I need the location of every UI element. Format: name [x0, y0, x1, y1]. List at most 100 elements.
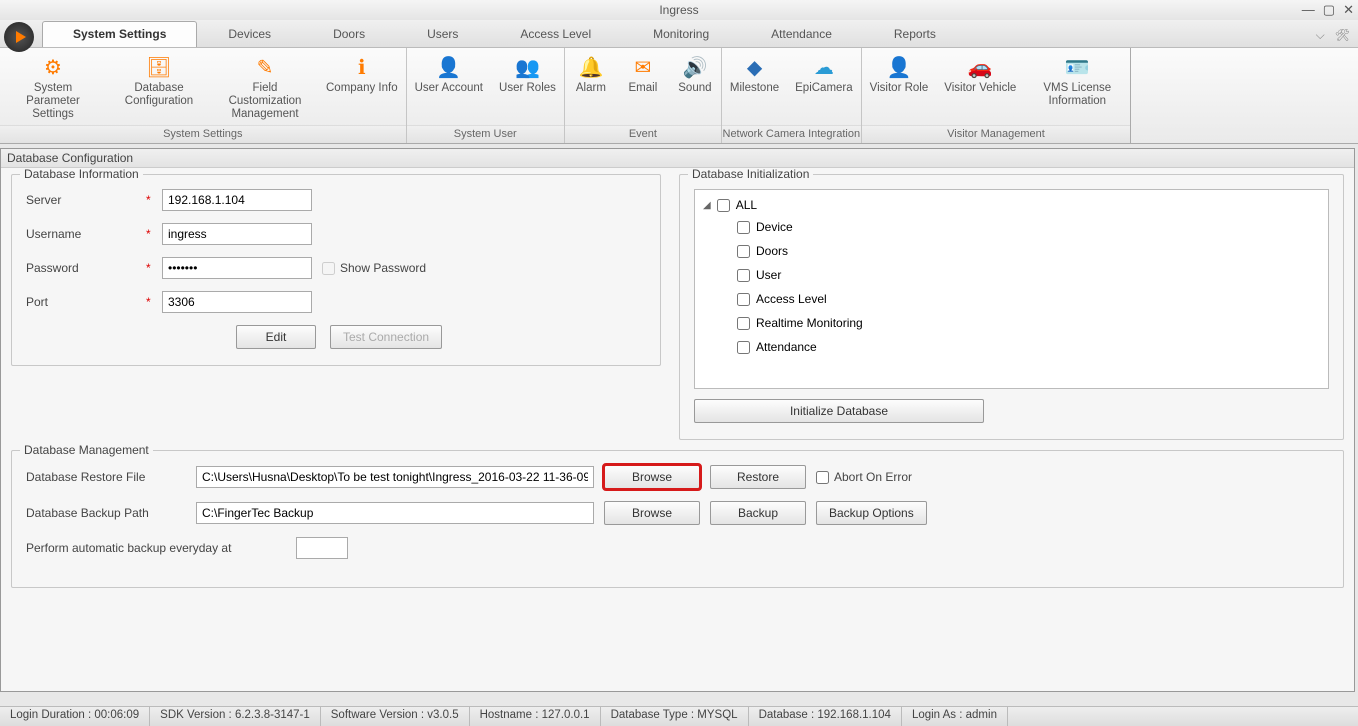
tab-attendance[interactable]: Attendance — [740, 21, 863, 47]
show-password-checkbox[interactable]: Show Password — [322, 261, 442, 275]
info-icon: ℹ — [358, 54, 366, 80]
tab-system-settings[interactable]: System Settings — [42, 21, 197, 47]
backup-path-label: Database Backup Path — [26, 506, 186, 520]
tree-node-doors[interactable]: Doors — [737, 244, 1320, 258]
ribbon-group-system-settings: ⚙System Parameter Settings 🗄Database Con… — [0, 48, 407, 143]
ribbon-group-title: Network Camera Integration — [722, 125, 861, 143]
maximize-icon[interactable]: ▢ — [1323, 2, 1335, 18]
tab-doors[interactable]: Doors — [302, 21, 396, 47]
group-database-initialization: Database Initialization ◢ ALL Device Doo… — [679, 174, 1344, 440]
backup-button[interactable]: Backup — [710, 501, 806, 525]
ribbon-email[interactable]: ✉Email — [617, 48, 669, 125]
user-icon: 👤 — [436, 54, 461, 80]
ribbon-alarm[interactable]: 🔔Alarm — [565, 48, 617, 125]
password-input[interactable] — [162, 257, 312, 279]
status-sdk-version: SDK Version : 6.2.3.8-3147-1 — [150, 707, 321, 726]
window-controls: — ▢ ✕ — [1302, 2, 1354, 18]
browse-backup-button[interactable]: Browse — [604, 501, 700, 525]
tree-node-access-level[interactable]: Access Level — [737, 292, 1320, 306]
username-label: Username — [26, 227, 146, 241]
restore-button[interactable]: Restore — [710, 465, 806, 489]
tree-node-device[interactable]: Device — [737, 220, 1320, 234]
ribbon-database-configuration[interactable]: 🗄Database Configuration — [106, 48, 212, 125]
window-title: Ingress — [659, 3, 698, 17]
main-tabs-row: System Settings Devices Doors Users Acce… — [0, 20, 1358, 48]
restore-file-input[interactable] — [196, 466, 594, 488]
tab-devices[interactable]: Devices — [197, 21, 302, 47]
minimize-icon[interactable]: — — [1302, 2, 1315, 18]
checkbox-all[interactable] — [717, 199, 730, 212]
ribbon-company-info[interactable]: ℹCompany Info — [318, 48, 406, 125]
server-input[interactable] — [162, 189, 312, 211]
main-tabs: System Settings Devices Doors Users Acce… — [42, 21, 967, 47]
server-label: Server — [26, 193, 146, 207]
tab-users[interactable]: Users — [396, 21, 489, 47]
tab-access-level[interactable]: Access Level — [489, 21, 622, 47]
ribbon-user-account[interactable]: 👤User Account — [407, 48, 491, 125]
visitor-icon: 👤 — [887, 54, 912, 80]
status-hostname: Hostname : 127.0.0.1 — [470, 707, 601, 726]
ribbon-visitor-vehicle[interactable]: 🚗Visitor Vehicle — [936, 48, 1024, 125]
ribbon-group-visitor: 👤Visitor Role 🚗Visitor Vehicle 🪪VMS Lice… — [862, 48, 1132, 143]
page-header: Database Configuration — [1, 149, 1354, 168]
username-input[interactable] — [162, 223, 312, 245]
backup-options-button[interactable]: Backup Options — [816, 501, 927, 525]
port-input[interactable] — [162, 291, 312, 313]
browse-restore-button[interactable]: Browse — [604, 465, 700, 489]
ribbon-group-title: Visitor Management — [862, 125, 1131, 143]
auto-backup-time-input[interactable] — [296, 537, 348, 559]
ribbon-milestone[interactable]: ◆Milestone — [722, 48, 787, 125]
collapse-arrow-icon[interactable]: ◢ — [703, 200, 711, 211]
database-icon: 🗄 — [146, 54, 171, 80]
tree-node-attendance[interactable]: Attendance — [737, 340, 1320, 354]
milestone-icon: ◆ — [747, 54, 762, 80]
required-marker: * — [146, 193, 162, 207]
tool-icon[interactable]: 🛠 — [1335, 28, 1350, 43]
tree-node-user[interactable]: User — [737, 268, 1320, 282]
tree-node-realtime-monitoring[interactable]: Realtime Monitoring — [737, 316, 1320, 330]
app-logo[interactable] — [4, 22, 34, 52]
tab-monitoring[interactable]: Monitoring — [622, 21, 740, 47]
ribbon-user-roles[interactable]: 👥User Roles — [491, 48, 564, 125]
abort-on-error-checkbox[interactable]: Abort On Error — [816, 470, 912, 484]
port-label: Port — [26, 295, 146, 309]
auto-backup-label: Perform automatic backup everyday at — [26, 541, 286, 555]
status-bar: Login Duration : 00:06:09 SDK Version : … — [0, 706, 1358, 726]
status-db-type: Database Type : MYSQL — [601, 707, 749, 726]
ribbon-field-customization[interactable]: ✎Field Customization Management — [212, 48, 318, 125]
status-login-as: Login As : admin — [902, 707, 1008, 726]
backup-path-input[interactable] — [196, 502, 594, 524]
ribbon-visitor-role[interactable]: 👤Visitor Role — [862, 48, 937, 125]
ribbon-system-parameter-settings[interactable]: ⚙System Parameter Settings — [0, 48, 106, 125]
group-title: Database Information — [20, 168, 143, 181]
ribbon-group-title: Event — [565, 125, 721, 143]
group-title: Database Initialization — [688, 168, 813, 181]
ribbon-group-title: System Settings — [0, 125, 406, 143]
status-software-version: Software Version : v3.0.5 — [321, 707, 470, 726]
group-database-information: Database Information Server* Username* P… — [11, 174, 661, 366]
initialize-database-button[interactable]: Initialize Database — [694, 399, 984, 423]
test-connection-button[interactable]: Test Connection — [330, 325, 442, 349]
ribbon-group-camera: ◆Milestone ☁EpiCamera Network Camera Int… — [722, 48, 862, 143]
pencil-icon: ✎ — [257, 54, 274, 80]
ribbon-group-event: 🔔Alarm ✉Email 🔊Sound Event — [565, 48, 722, 143]
speaker-icon: 🔊 — [682, 54, 707, 80]
ribbon-epicamera[interactable]: ☁EpiCamera — [787, 48, 861, 125]
tree-node-all[interactable]: ◢ ALL — [703, 198, 1320, 212]
cloud-icon: ☁ — [814, 54, 834, 80]
license-icon: 🪪 — [1065, 54, 1090, 80]
top-right-icons: ⌵ 🛠 — [1316, 28, 1350, 43]
collapse-ribbon-icon[interactable]: ⌵ — [1316, 28, 1325, 43]
ribbon-sound[interactable]: 🔊Sound — [669, 48, 721, 125]
ribbon-group-title: System User — [407, 125, 564, 143]
tab-reports[interactable]: Reports — [863, 21, 967, 47]
close-icon[interactable]: ✕ — [1343, 2, 1354, 18]
group-title: Database Management — [20, 443, 153, 457]
ribbon-vms-license[interactable]: 🪪VMS License Information — [1024, 48, 1130, 125]
car-icon: 🚗 — [968, 54, 993, 80]
titlebar: Ingress — ▢ ✕ — [0, 0, 1358, 20]
ribbon: ⚙System Parameter Settings 🗄Database Con… — [0, 48, 1358, 144]
edit-button[interactable]: Edit — [236, 325, 316, 349]
mail-icon: ✉ — [635, 54, 652, 80]
init-tree[interactable]: ◢ ALL Device Doors User Access Level Rea… — [694, 189, 1329, 389]
